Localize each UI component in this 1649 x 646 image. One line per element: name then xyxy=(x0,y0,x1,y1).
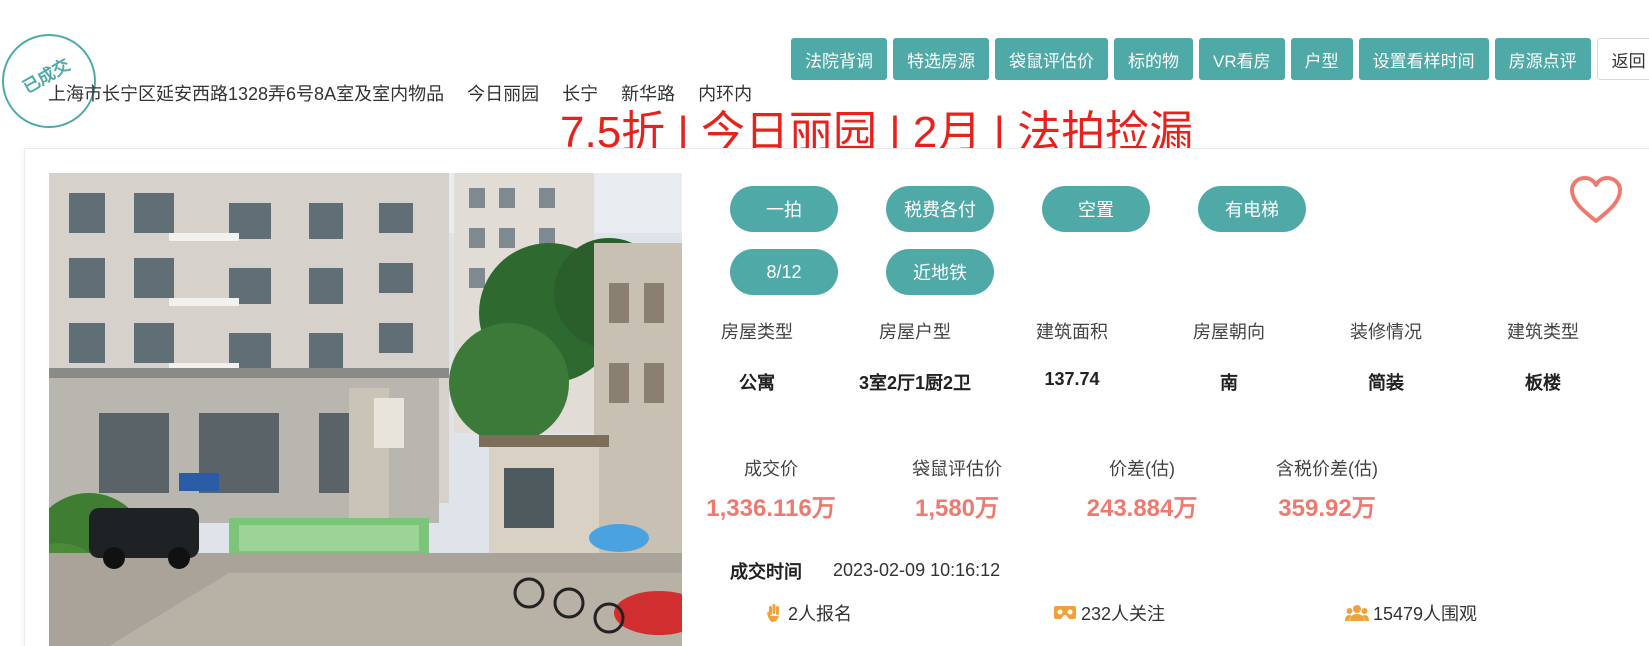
spec-label-type: 房屋类型 xyxy=(721,322,793,342)
property-photo[interactable] xyxy=(49,173,682,646)
price-label-valuation: 袋鼠评估价 xyxy=(912,459,1002,479)
price-label-diff: 价差(估) xyxy=(1109,459,1175,479)
spec-value-layout: 3室2厅1厨2卫 xyxy=(858,373,972,393)
spec-label-decoration: 装修情况 xyxy=(1350,322,1422,342)
spec-value-decoration: 简装 xyxy=(1368,373,1404,393)
favorite-button[interactable] xyxy=(1569,175,1623,225)
spec-label-structure: 建筑类型 xyxy=(1507,322,1579,342)
price-label-deal: 成交价 xyxy=(744,459,798,479)
hand-icon xyxy=(767,604,779,622)
people-icon xyxy=(1345,605,1369,621)
spec-label-orientation: 房屋朝向 xyxy=(1193,322,1265,342)
featured-listings-button[interactable]: 特选房源 xyxy=(893,38,989,80)
floor-plan-button[interactable]: 户型 xyxy=(1290,38,1353,80)
follow-count: 232人关注 xyxy=(1081,604,1166,624)
spec-value-type: 公寓 xyxy=(739,373,775,393)
tag-floor: 8/12 xyxy=(730,249,838,295)
tag-tax: 税费各付 xyxy=(886,186,994,232)
price-value-deal: 1,336.116万 xyxy=(706,495,836,522)
tag-subway: 近地铁 xyxy=(886,249,994,295)
schedule-viewing-button[interactable]: 设置看样时间 xyxy=(1358,38,1489,80)
tag-elevator: 有电梯 xyxy=(1198,186,1306,232)
tag-vacant: 空置 xyxy=(1042,186,1150,232)
building-illustration xyxy=(49,173,682,646)
price-value-diff-tax: 359.92万 xyxy=(1278,495,1376,522)
auction-object-button[interactable]: 标的物 xyxy=(1114,38,1193,80)
spec-label-layout: 房屋户型 xyxy=(879,322,951,342)
watch-stat: 15479人围观 xyxy=(1345,600,1477,626)
court-check-button[interactable]: 法院背调 xyxy=(791,38,887,80)
address-full: 上海市长宁区延安西路1328弄6号8A室及室内物品 xyxy=(48,84,445,104)
spec-value-orientation: 南 xyxy=(1220,373,1238,393)
vr-glasses-icon xyxy=(1054,606,1076,619)
spec-label-area: 建筑面积 xyxy=(1036,322,1108,342)
tag-first-auction: 一拍 xyxy=(730,186,838,232)
signup-count: 2人报名 xyxy=(788,604,853,624)
follow-stat: 232人关注 xyxy=(1053,600,1165,626)
watch-count: 15479人围观 xyxy=(1373,604,1478,624)
signup-stat: 2人报名 xyxy=(764,600,852,626)
price-value-valuation: 1,580万 xyxy=(914,495,1000,522)
spec-value-area: 137.74 xyxy=(1044,369,1100,389)
price-value-diff: 243.884万 xyxy=(1086,495,1198,522)
heart-icon xyxy=(1570,176,1622,223)
valuation-button[interactable]: 袋鼠评估价 xyxy=(995,38,1108,80)
spec-value-structure: 板楼 xyxy=(1525,373,1561,393)
address-community: 今日丽园 xyxy=(467,84,540,104)
listing-review-button[interactable]: 房源点评 xyxy=(1494,38,1591,80)
deal-time-value: 2023-02-09 10:16:12 xyxy=(833,560,1001,580)
back-button[interactable]: 返回 xyxy=(1596,38,1649,80)
top-nav: 法院背调 特选房源 袋鼠评估价 标的物 VR看房 户型 设置看样时间 房源点评 … xyxy=(791,38,1649,80)
vr-view-button[interactable]: VR看房 xyxy=(1199,38,1285,80)
price-label-diff-tax: 含税价差(估) xyxy=(1276,459,1378,479)
deal-time-label: 成交时间 xyxy=(730,562,802,582)
